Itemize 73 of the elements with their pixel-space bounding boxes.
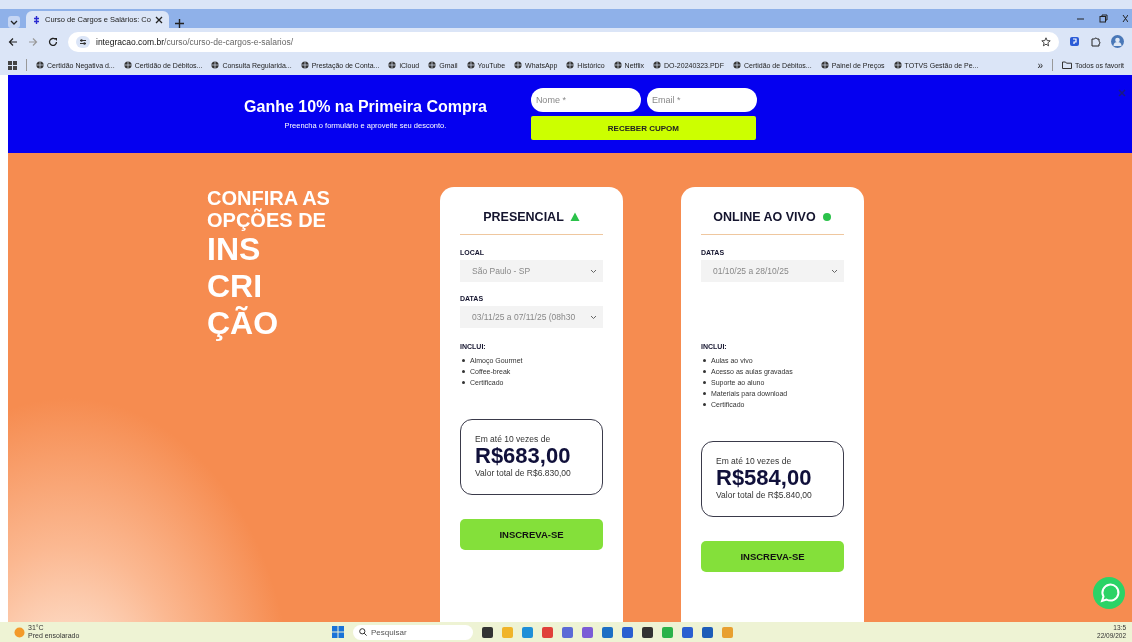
back-arrow-icon[interactable] — [8, 36, 18, 47]
chevron-down-icon[interactable] — [8, 16, 20, 28]
tune-icon — [76, 35, 90, 48]
globe-icon — [653, 61, 662, 69]
hero-heading: CRI — [207, 268, 264, 305]
globe-icon — [566, 61, 575, 69]
subscribe-button[interactable]: INSCREVA-SE — [460, 519, 603, 550]
bullet-icon — [703, 359, 706, 362]
url-text: integracao.com.br/curso/curso-de-cargos-e-salarios/ — [96, 36, 293, 47]
subscribe-button[interactable]: INSCREVA-SE — [701, 541, 844, 572]
total-text: Valor total de R$5.840,00 — [716, 490, 813, 500]
globe-icon — [820, 61, 829, 69]
bullet-icon — [462, 359, 465, 362]
profile-avatar-icon[interactable] — [1111, 35, 1124, 48]
reload-icon[interactable] — [48, 36, 58, 47]
sun-icon — [14, 626, 25, 638]
star-icon[interactable] — [1041, 36, 1051, 47]
globe-icon — [893, 61, 902, 69]
price-text: R$584,00 — [716, 466, 813, 490]
globe-icon — [732, 61, 741, 69]
app-icon[interactable] — [702, 626, 713, 638]
app-icon[interactable] — [642, 626, 653, 638]
favicon-icon — [32, 14, 41, 25]
hero-heading: OPÇÕES DE — [207, 209, 327, 231]
close-icon[interactable] — [1122, 14, 1128, 23]
restore-icon[interactable] — [1099, 14, 1108, 23]
chevron-down-icon — [831, 268, 838, 274]
banner-title: Ganhe 10% na Primeira Compra — [244, 98, 487, 116]
email-field[interactable]: Email * — [646, 88, 757, 112]
globe-icon — [428, 61, 437, 69]
more-bookmarks-button[interactable]: » — [1037, 59, 1043, 71]
chevron-down-icon — [590, 268, 597, 274]
triangle-icon — [569, 211, 580, 222]
folder-icon — [1061, 61, 1072, 69]
close-icon[interactable] — [154, 15, 163, 24]
installments-text: Em até 10 vezes de — [475, 434, 552, 444]
taskbar-search-field[interactable]: Pesquisar — [353, 624, 473, 640]
bullet-icon — [703, 381, 706, 384]
app-icon[interactable] — [482, 626, 493, 638]
price-text: R$683,00 — [475, 444, 572, 468]
bullet-icon — [703, 403, 706, 406]
dot-icon — [821, 211, 832, 222]
globe-icon — [388, 61, 397, 69]
plus-icon[interactable] — [174, 19, 184, 28]
name-field[interactable]: Nome * — [530, 88, 641, 112]
coupon-button[interactable]: RECEBER CUPOM — [530, 116, 756, 140]
globe-icon — [613, 61, 622, 69]
installments-text: Em até 10 vezes de — [716, 456, 793, 466]
globe-icon — [211, 61, 220, 69]
card-title: ONLINE AO VIVO — [713, 209, 816, 224]
hero-heading: CONFIRA AS — [207, 187, 331, 209]
chevron-down-icon — [590, 314, 597, 320]
apps-grid-icon[interactable] — [8, 60, 17, 70]
globe-icon — [466, 61, 475, 69]
bullet-icon — [703, 370, 706, 373]
total-text: Valor total de R$6.830,00 — [475, 468, 572, 478]
extension-icon[interactable] — [1069, 36, 1080, 47]
bullet-icon — [462, 370, 465, 373]
bullet-icon — [462, 381, 465, 384]
puzzle-icon[interactable] — [1090, 36, 1101, 47]
card-title: PRESENCIAL — [483, 209, 564, 224]
hero-heading: ÇÃO — [207, 305, 280, 342]
search-icon — [359, 628, 367, 636]
globe-icon — [123, 61, 132, 69]
globe-icon — [300, 61, 309, 69]
bullet-icon — [703, 392, 706, 395]
hero-heading: INS — [207, 231, 262, 268]
app-icon[interactable] — [682, 626, 693, 638]
windows-start-icon[interactable] — [332, 626, 344, 638]
address-bar[interactable]: integracao.com.br/curso/curso-de-cargos-e-salarios/ — [68, 31, 1059, 52]
globe-icon — [514, 61, 523, 69]
app-icon[interactable] — [622, 626, 633, 638]
globe-icon — [36, 61, 44, 69]
